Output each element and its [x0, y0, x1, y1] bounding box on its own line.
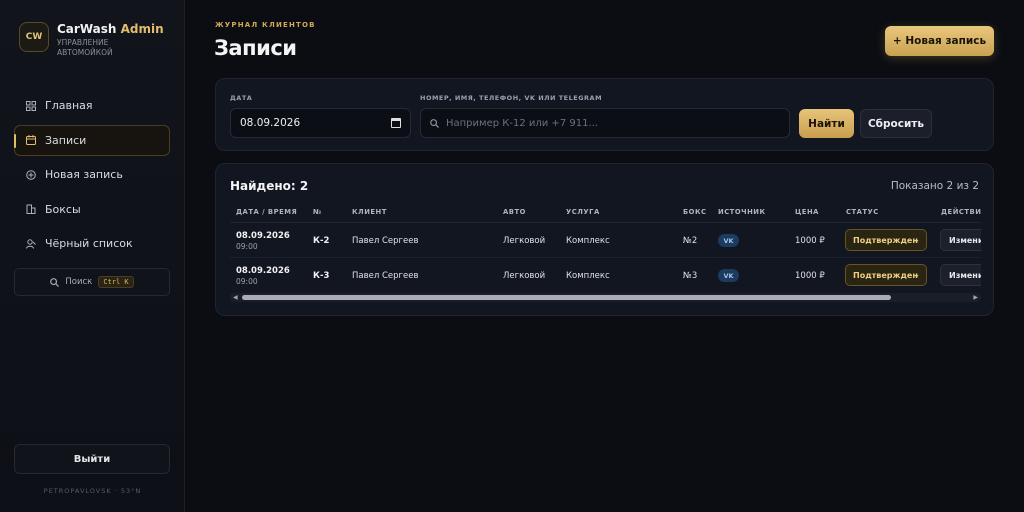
reset-button[interactable]: Сбросить — [860, 109, 932, 138]
chevron-down-icon: ⌄ — [913, 270, 920, 279]
search-icon — [430, 118, 439, 128]
search-placeholder: Например К-12 или +7 911... — [446, 117, 598, 129]
brand-title: CarWash Admin — [57, 22, 164, 36]
date-field[interactable]: 08.09.2026 — [230, 108, 411, 138]
row-service: Комплекс — [566, 271, 610, 281]
brand-title-accent: Admin — [120, 22, 164, 36]
row-number: К-2 — [313, 236, 330, 246]
horizontal-scrollbar[interactable]: ◀ ▶ — [230, 293, 981, 302]
status-value: Подтвержден — [853, 270, 918, 280]
status-value: Подтвержден — [853, 235, 918, 245]
row-box: №2 — [683, 236, 698, 246]
sidebar: CW CarWash Admin УПРАВЛЕНИЕ АВТОМОЙКОЙ Г… — [0, 0, 185, 512]
row-service: Комплекс — [566, 236, 610, 246]
sidebar-item-blacklist[interactable]: Чёрный список — [14, 228, 170, 259]
column-header: СТАТУС — [846, 208, 879, 216]
scroll-left-icon[interactable]: ◀ — [233, 294, 238, 301]
edit-button[interactable]: Изменить — [940, 264, 981, 286]
sidebar-item-label: Новая запись — [45, 168, 123, 181]
column-header: ИСТОЧНИК — [718, 208, 766, 216]
sidebar-nav: Главная Записи Новая запись Боксы Чёрный… — [14, 90, 170, 263]
calendar-icon[interactable] — [391, 118, 401, 128]
sidebar-item-label: Записи — [45, 133, 87, 147]
user-block-icon — [25, 238, 36, 249]
sidebar-item-records[interactable]: Записи — [14, 124, 170, 156]
location-caption: PETROPAVLOVSK · 53°N — [43, 487, 142, 495]
building-icon — [25, 204, 36, 215]
brand: CW CarWash Admin УПРАВЛЕНИЕ АВТОМОЙКОЙ — [19, 22, 164, 58]
shortcut-badge: Ctrl K — [98, 276, 134, 288]
results-panel: Найдено: 2 Показано 2 из 2 ДАТА / ВРЕМЯ … — [215, 163, 994, 316]
find-button[interactable]: Найти — [799, 109, 854, 138]
row-car: Легковой — [503, 271, 546, 281]
edit-button[interactable]: Изменить — [940, 229, 981, 251]
row-time: 09:00 — [236, 277, 258, 286]
sidebar-item-boxes[interactable]: Боксы — [14, 194, 170, 225]
source-badge: VK — [718, 269, 739, 282]
date-value: 08.09.2026 — [240, 117, 301, 129]
sidebar-item-new-record[interactable]: Новая запись — [14, 159, 170, 190]
column-header: ДАТА / ВРЕМЯ — [236, 208, 298, 216]
date-label: ДАТА — [230, 94, 253, 102]
scrollbar-thumb[interactable] — [242, 295, 891, 300]
column-header: ДЕЙСТВИЯ — [941, 208, 981, 216]
sidebar-search[interactable]: Поиск Ctrl K — [14, 268, 170, 296]
sidebar-item-label: Чёрный список — [45, 237, 133, 250]
sidebar-item-home[interactable]: Главная — [14, 90, 170, 121]
sidebar-search-label: Поиск — [65, 277, 93, 287]
page-title: Записи — [214, 36, 297, 60]
plus-circle-icon — [25, 169, 36, 180]
column-header: ЦЕНА — [795, 208, 819, 216]
row-client: Павел Сергеев — [352, 271, 419, 281]
records-table: ДАТА / ВРЕМЯ № КЛИЕНТ АВТО УСЛУГА БОКС И… — [230, 202, 981, 294]
column-header: КЛИЕНТ — [352, 208, 387, 216]
sidebar-item-label: Главная — [45, 99, 93, 112]
source-badge: VK — [718, 234, 739, 247]
brand-title-main: CarWash — [57, 22, 117, 36]
row-client: Павел Сергеев — [352, 236, 419, 246]
row-price: 1000 ₽ — [795, 271, 825, 281]
brand-subtitle: УПРАВЛЕНИЕ АВТОМОЙКОЙ — [57, 38, 113, 57]
table-row[interactable]: 08.09.2026 09:00 К-3 Павел Сергеев Легко… — [230, 258, 981, 293]
calendar-icon — [25, 135, 36, 146]
status-select[interactable]: Подтвержден ⌄ — [845, 264, 927, 286]
grid-icon — [25, 100, 36, 111]
results-count: Найдено: 2 — [230, 179, 309, 193]
brand-logo: CW — [19, 22, 49, 52]
page-eyebrow: ЖУРНАЛ КЛИЕНТОВ — [215, 21, 316, 29]
sidebar-item-label: Боксы — [45, 202, 81, 216]
column-header: АВТО — [503, 208, 526, 216]
row-price: 1000 ₽ — [795, 236, 825, 246]
new-record-button[interactable]: + Новая запись — [885, 26, 994, 56]
logout-button[interactable]: Выйти — [14, 444, 170, 474]
filter-panel: ДАТА 08.09.2026 НОМЕР, ИМЯ, ТЕЛЕФОН, VK … — [215, 78, 994, 151]
row-car: Легковой — [503, 236, 546, 246]
column-header: УСЛУГА — [566, 208, 600, 216]
row-box: №3 — [683, 271, 698, 281]
scroll-right-icon[interactable]: ▶ — [973, 294, 978, 301]
status-select[interactable]: Подтвержден ⌄ — [845, 229, 927, 251]
results-shown: Показано 2 из 2 — [890, 180, 979, 192]
chevron-down-icon: ⌄ — [913, 235, 920, 244]
row-date: 08.09.2026 — [236, 266, 290, 276]
row-date: 08.09.2026 — [236, 231, 290, 241]
query-label: НОМЕР, ИМЯ, ТЕЛЕФОН, VK ИЛИ TELEGRAM — [420, 94, 603, 102]
table-row[interactable]: 08.09.2026 09:00 К-2 Павел Сергеев Легко… — [230, 223, 981, 258]
column-header: № — [313, 208, 322, 216]
search-input[interactable]: Например К-12 или +7 911... — [420, 108, 790, 138]
row-number: К-3 — [313, 271, 330, 281]
search-icon — [50, 277, 60, 287]
column-header: БОКС — [683, 208, 707, 216]
row-time: 09:00 — [236, 242, 258, 251]
